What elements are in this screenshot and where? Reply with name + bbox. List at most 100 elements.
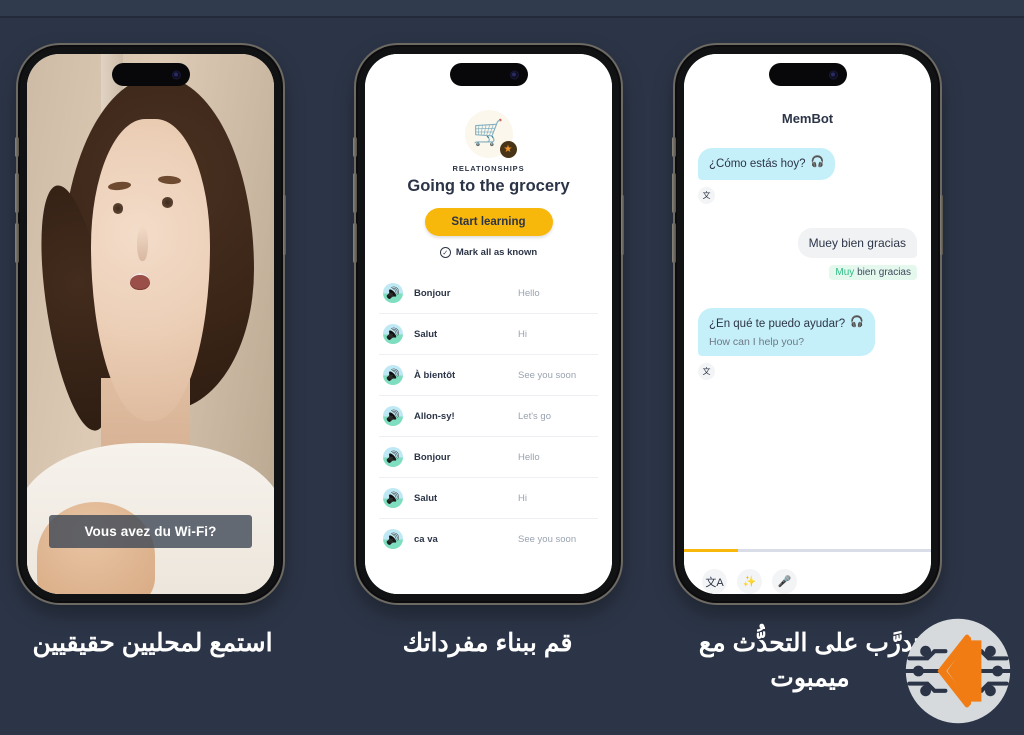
vocabulary-source-word: Bonjour	[414, 287, 451, 299]
chat-bubble-text: ¿Cómo estás hoy?	[709, 158, 806, 170]
front-camera-icon	[509, 70, 519, 79]
shopping-cart-icon: 🛒	[472, 119, 505, 147]
vocabulary-row[interactable]: À bientôt See you soon	[379, 355, 598, 396]
speaker-icon[interactable]	[383, 283, 403, 303]
power-button[interactable]	[620, 195, 624, 255]
video-brow-right	[157, 175, 181, 185]
vocabulary-source-word: Bonjour	[414, 451, 451, 463]
speaker-icon[interactable]	[383, 324, 403, 344]
phone-video-screen[interactable]: Vous avez du Wi-Fi?	[27, 54, 274, 594]
speaker-icon[interactable]	[383, 447, 403, 467]
dynamic-island	[449, 63, 528, 86]
correction-remainder: bien gracias	[854, 266, 911, 278]
speaker-icon[interactable]	[383, 488, 403, 508]
mute-switch[interactable]	[353, 137, 357, 157]
phone-lesson-screen: 🛒 ★ RELATIONSHIPS Going to the grocery S…	[365, 54, 612, 594]
volume-up-button[interactable]	[15, 173, 19, 213]
front-camera-icon	[828, 70, 838, 79]
vocabulary-row[interactable]: Allon-sy! Let's go	[379, 396, 598, 437]
video-nose	[137, 224, 149, 261]
vocabulary-translation: Hello	[518, 287, 540, 299]
speaker-icon[interactable]	[383, 365, 403, 385]
translate-icon[interactable]: 文	[698, 363, 715, 381]
dynamic-island	[111, 63, 190, 86]
vocabulary-row[interactable]: Bonjour Hello	[379, 437, 598, 478]
vocabulary-translation: Let's go	[518, 410, 551, 422]
vocabulary-row[interactable]: ca va See you soon	[379, 519, 598, 559]
chat-correction: Muy bien gracias	[698, 258, 917, 280]
power-button[interactable]	[939, 195, 943, 255]
chat-bubble[interactable]: ¿En qué te puedo ayudar? 🎧 How can I help…	[698, 307, 875, 357]
vocabulary-source-word: À bientôt	[414, 369, 456, 381]
check-circle-icon: ✓	[439, 247, 451, 258]
vocabulary-source-word: Salut	[414, 328, 438, 340]
volume-down-button[interactable]	[15, 223, 19, 263]
headphones-icon[interactable]: 🎧	[850, 316, 864, 328]
vocabulary-source-word: Salut	[414, 492, 438, 504]
volume-down-button[interactable]	[672, 223, 676, 263]
video-eye-left	[112, 203, 124, 214]
speaker-icon[interactable]	[383, 529, 403, 549]
chat-title: MemBot	[781, 111, 834, 126]
lesson-view: 🛒 ★ RELATIONSHIPS Going to the grocery S…	[365, 54, 612, 594]
vocabulary-source-word: ca va	[414, 533, 438, 545]
vocabulary-translation: See you soon	[518, 369, 577, 381]
phone-chat-screen: MemBot ¿Cómo estás hoy? 🎧 文 Muey bien gra…	[684, 54, 931, 594]
watermark-logo	[904, 618, 1012, 724]
vocabulary-translation: Hi	[518, 492, 527, 504]
chat-view: MemBot ¿Cómo estás hoy? 🎧 文 Muey bien gra…	[684, 54, 931, 594]
microphone-icon[interactable]: 🎤	[772, 569, 797, 594]
video-player[interactable]: Vous avez du Wi-Fi?	[27, 54, 274, 594]
vocabulary-row[interactable]: Salut Hi	[379, 478, 598, 519]
lesson-category-label: RELATIONSHIPS	[452, 164, 525, 173]
star-icon: ★	[503, 143, 513, 155]
volume-up-button[interactable]	[672, 173, 676, 213]
chat-message-user: Muey bien gracias Muy bien gracias	[698, 227, 917, 280]
chat-bubble-text: ¿En qué te puedo ayudar?	[709, 317, 846, 330]
front-camera-icon	[171, 70, 181, 79]
top-band-divider	[0, 16, 1024, 18]
video-subtitle: Vous avez du Wi-Fi?	[49, 515, 252, 549]
mute-switch[interactable]	[15, 137, 19, 157]
lesson-title: Going to the grocery	[407, 177, 570, 195]
correction-text: Muy bien gracias	[829, 264, 917, 280]
phone-chat: MemBot ¿Cómo estás hoy? 🎧 文 Muey bien gra…	[672, 45, 943, 603]
video-eye-right	[162, 197, 173, 208]
power-button[interactable]	[282, 195, 286, 255]
video-mouth	[130, 273, 151, 290]
start-learning-button[interactable]: Start learning	[424, 208, 553, 236]
volume-up-button[interactable]	[353, 173, 357, 213]
mark-all-as-known-button[interactable]: ✓ Mark all as known	[365, 247, 612, 258]
category-icon-wrap: 🛒 ★	[464, 110, 517, 158]
correction-suggested-word: Muy	[835, 266, 855, 278]
mark-all-label: Mark all as known	[455, 247, 538, 258]
vocabulary-list[interactable]: Bonjour Hello Salut Hi À bientôt See you soon…	[365, 273, 612, 559]
vocabulary-source-word: Allon-sy!	[414, 410, 455, 422]
translate-icon[interactable]: 文A	[702, 569, 727, 594]
phone-video: Vous avez du Wi-Fi?	[15, 45, 286, 603]
vocabulary-translation: See you soon	[518, 533, 577, 545]
chat-bubble[interactable]: Muey bien gracias	[797, 227, 917, 258]
chat-messages[interactable]: ¿Cómo estás hoy? 🎧 文 Muey bien gracias Mu…	[684, 126, 931, 549]
vocabulary-translation: Hi	[518, 328, 527, 340]
chat-message-bot: ¿Cómo estás hoy? 🎧 文	[698, 148, 917, 204]
screenshot-root: Vous avez du Wi-Fi? 🛒 ★ RELATIONSHIPS Go…	[0, 0, 1024, 735]
speaker-icon[interactable]	[383, 406, 403, 426]
star-badge: ★	[499, 141, 517, 158]
magic-wand-icon[interactable]: ✨	[737, 569, 762, 594]
chat-bubble-translation: How can I help you?	[709, 336, 805, 349]
top-band	[0, 0, 1024, 16]
mute-switch[interactable]	[672, 137, 676, 157]
chat-message-bot: ¿En qué te puedo ayudar? 🎧 How can I help…	[698, 307, 917, 381]
chat-toolbar[interactable]: 文A ✨ 🎤	[684, 552, 931, 594]
chat-bubble[interactable]: ¿Cómo estás hoy? 🎧	[698, 148, 836, 180]
translate-icon[interactable]: 文	[698, 186, 715, 204]
volume-down-button[interactable]	[353, 223, 357, 263]
vocabulary-translation: Hello	[518, 451, 540, 463]
headphones-icon[interactable]: 🎧	[811, 156, 825, 168]
phone-lesson: 🛒 ★ RELATIONSHIPS Going to the grocery S…	[353, 45, 624, 603]
vocabulary-row[interactable]: Bonjour Hello	[379, 273, 598, 314]
video-brow-left	[107, 181, 131, 192]
vocabulary-row[interactable]: Salut Hi	[379, 314, 598, 355]
caption-listen-to-locals: استمع لمحليين حقيقيين	[32, 629, 273, 657]
